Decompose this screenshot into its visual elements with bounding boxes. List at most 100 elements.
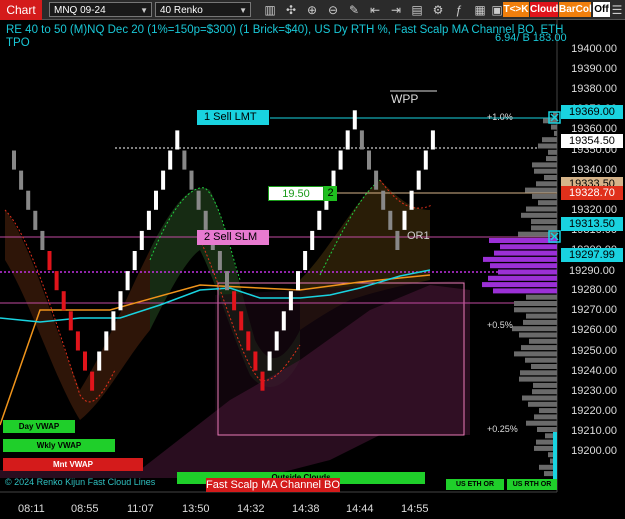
time-axis-label: 14:32 (237, 503, 265, 515)
renko-brick (83, 351, 87, 371)
renko-brick (288, 291, 293, 311)
renko-brick (310, 230, 315, 250)
order-price-box[interactable]: 19.50 (268, 186, 324, 201)
renko-brick (402, 210, 407, 230)
renko-brick (317, 210, 322, 230)
volume-profile-bar (542, 137, 557, 143)
volume-profile-bar (533, 382, 557, 388)
renko-brick (168, 150, 173, 170)
price-axis-label: 19270.00 (571, 304, 617, 317)
renko-brick (175, 130, 180, 150)
price-tag: 19354.50 (561, 134, 623, 149)
volume-profile-bar (539, 408, 557, 414)
pct-1-label: +1.0% (487, 112, 513, 122)
renko-brick (33, 210, 38, 230)
sell-slm-order-label[interactable]: 2 Sell SLM (197, 230, 269, 245)
volume-profile-bar (489, 238, 557, 243)
renko-brick (132, 251, 137, 271)
volume-profile-bar (493, 288, 557, 294)
renko-brick (381, 190, 386, 210)
renko-brick (68, 311, 73, 331)
renko-brick (267, 351, 272, 371)
renko-brick (182, 150, 187, 170)
renko-brick (345, 130, 350, 150)
volume-profile-bar (514, 351, 557, 357)
time-axis-label: 08:11 (18, 503, 45, 515)
volume-profile-bar (526, 206, 557, 212)
header-line-2: TPO (6, 37, 30, 49)
price-axis-label: 19340.00 (571, 163, 617, 176)
volume-profile-bar (531, 219, 557, 225)
renko-brick (154, 190, 158, 210)
volume-profile-bar (488, 275, 557, 281)
volume-profile-bar (548, 149, 557, 155)
time-axis-label: 14:44 (346, 503, 374, 515)
renko-brick (359, 130, 364, 150)
us-eth-or-label: US ETH OR (446, 479, 504, 490)
volume-profile-bar (500, 244, 557, 250)
volume-profile-bar (526, 294, 557, 300)
volume-profile-bar (526, 313, 557, 319)
renko-brick (246, 331, 251, 351)
header-badge: 6.94/ B 183.00 (495, 32, 567, 44)
renko-brick (423, 150, 428, 170)
renko-brick (239, 311, 244, 331)
volume-profile-bar (482, 282, 557, 288)
price-axis-label: 19380.00 (571, 83, 617, 96)
pct-025-label: +0.25% (487, 424, 518, 434)
time-axis-label: 08:55 (71, 503, 99, 515)
volume-profile-bar (494, 250, 557, 256)
renko-brick (54, 271, 59, 291)
price-axis-label: 19230.00 (571, 384, 617, 397)
volume-profile-bar (521, 212, 557, 218)
chart-header: RE 40 to 50 (M)NQ Dec 20 (1%=150p=$300) … (6, 24, 566, 50)
volume-profile-bar (531, 364, 557, 369)
volume-profile-bar (546, 156, 557, 162)
price-axis-label: 19240.00 (571, 364, 617, 377)
renko-brick (75, 331, 80, 351)
volume-profile-bar (529, 338, 557, 344)
or1-label: OR1 (407, 230, 430, 242)
volume-profile-bar (551, 124, 557, 130)
volume-profile-bar (528, 401, 557, 407)
volume-profile-bar (536, 181, 557, 187)
price-tag: 19328.70 (561, 186, 623, 201)
time-axis-label: 13:50 (182, 503, 210, 515)
price-axis-label: 19320.00 (571, 203, 617, 216)
price-axis-label: 19400.00 (571, 43, 617, 55)
price-tag: 19290.00 (561, 264, 623, 279)
renko-brick (139, 230, 144, 250)
volume-profile-bar (526, 420, 557, 426)
volume-profile-bar (554, 130, 557, 136)
renko-brick (225, 271, 229, 291)
volume-profile-bar (531, 225, 557, 231)
renko-brick (146, 210, 151, 230)
volume-profile-bar (538, 200, 557, 206)
renko-brick (203, 210, 208, 230)
day-vwap-label: Day VWAP (3, 420, 75, 433)
wkly-vwap-label: Wkly VWAP (3, 439, 115, 452)
order-qty-box[interactable]: 2 (324, 186, 337, 201)
volume-profile-bar (523, 319, 557, 325)
renko-brick (303, 251, 308, 271)
renko-brick (111, 311, 116, 331)
pct-05-label: +0.5% (487, 320, 513, 330)
renko-brick (61, 291, 66, 311)
mnt-vwap-label: Mnt VWAP (3, 458, 143, 471)
renko-brick (416, 170, 421, 190)
renko-brick (374, 170, 379, 190)
volume-profile-bar (514, 301, 557, 306)
renko-brick (296, 271, 300, 291)
volume-profile-bar (532, 389, 557, 395)
time-axis-label: 14:38 (292, 503, 320, 515)
price-axis-label: 19280.00 (571, 284, 617, 297)
renko-brick (388, 210, 393, 230)
renko-brick (196, 190, 201, 210)
price-axis-label: 19260.00 (571, 324, 617, 337)
volume-profile-bar (534, 414, 557, 420)
price-tag: 19369.00 (561, 105, 623, 120)
time-axis-label: 14:55 (401, 503, 429, 515)
renko-brick (40, 230, 45, 250)
volume-profile-bar (525, 187, 557, 193)
sell-lmt-order-label[interactable]: 1 Sell LMT (197, 110, 269, 125)
